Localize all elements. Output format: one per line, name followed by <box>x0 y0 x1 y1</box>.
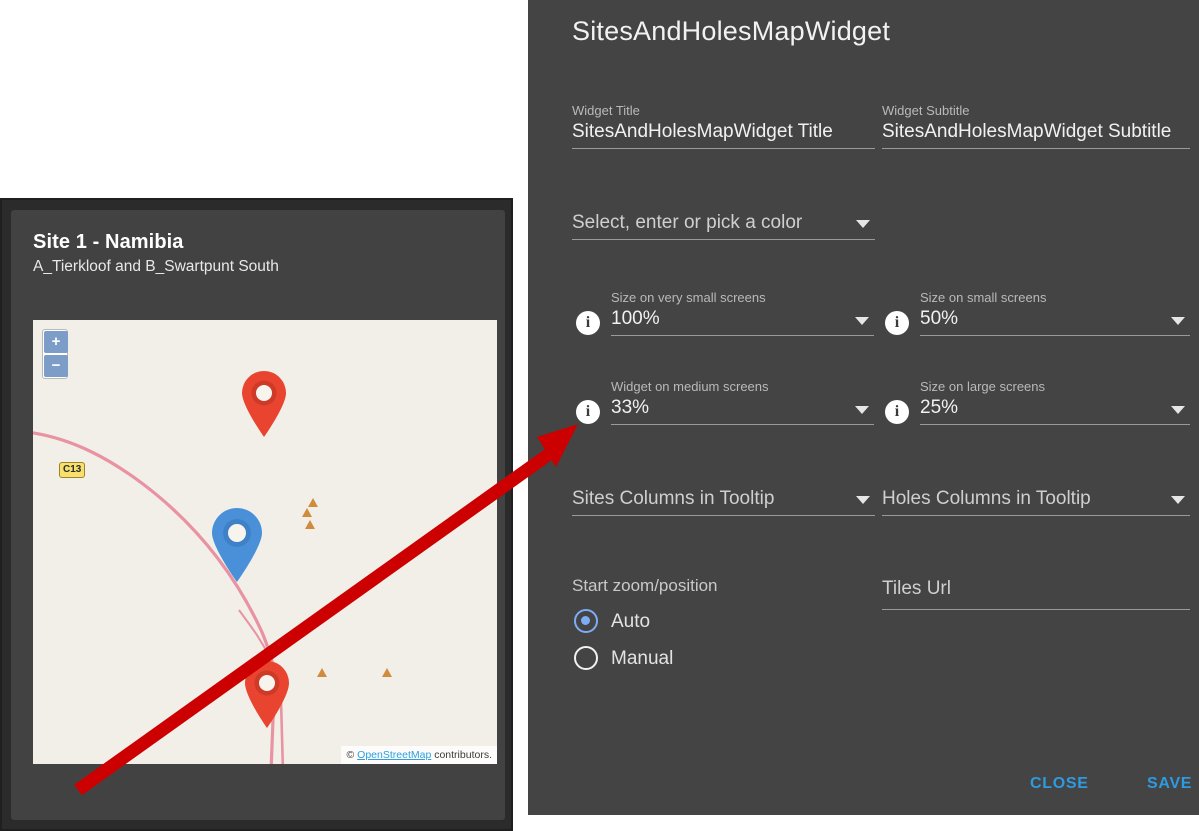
chevron-down-icon[interactable] <box>1171 496 1185 504</box>
holes-columns-placeholder: Holes Columns in Tooltip <box>882 486 1190 512</box>
zoom-out-button[interactable]: − <box>44 355 68 377</box>
tiles-url-placeholder: Tiles Url <box>882 576 1190 602</box>
widget-header: Site 1 - Namibia A_Tierkloof and B_Swart… <box>33 230 489 278</box>
color-select-field[interactable]: Select, enter or pick a color <box>572 210 875 240</box>
size-medium-value[interactable]: 33% <box>611 395 874 421</box>
radio-auto-label: Auto <box>611 610 650 634</box>
info-icon-medium[interactable]: i <box>576 400 600 424</box>
sites-columns-placeholder: Sites Columns in Tooltip <box>572 486 875 512</box>
color-select-underline <box>572 239 875 240</box>
size-medium-underline <box>611 424 874 425</box>
hole-marker-triangle <box>317 668 327 677</box>
screenshot-root: Site 1 - Namibia A_Tierkloof and B_Swart… <box>0 0 1199 831</box>
size-large-label: Size on large screens <box>920 379 1190 395</box>
widget-title-label: Widget Title <box>572 103 875 119</box>
chevron-down-icon[interactable] <box>856 220 870 228</box>
sites-columns-underline <box>572 515 875 516</box>
size-very-small-underline <box>611 335 874 336</box>
tiles-url-underline <box>882 609 1190 610</box>
hole-marker-triangle <box>382 668 392 677</box>
radio-auto-dot <box>581 616 590 625</box>
holes-columns-underline <box>882 515 1190 516</box>
size-small-field[interactable]: Size on small screens 50% <box>920 290 1190 336</box>
size-small-label: Size on small screens <box>920 290 1190 306</box>
size-medium-label: Widget on medium screens <box>611 379 874 395</box>
site-pin-red-bottom[interactable] <box>241 658 293 730</box>
radio-manual-label: Manual <box>611 647 673 671</box>
size-medium-field[interactable]: Widget on medium screens 33% <box>611 379 874 425</box>
size-small-underline <box>920 335 1190 336</box>
widget-subtitle-underline <box>882 148 1190 149</box>
map-widget-card: Site 1 - Namibia A_Tierkloof and B_Swart… <box>11 210 505 820</box>
chevron-down-icon[interactable] <box>855 317 869 325</box>
info-icon-very-small[interactable]: i <box>576 311 600 335</box>
chevron-down-icon[interactable] <box>1171 317 1185 325</box>
chevron-down-icon[interactable] <box>855 406 869 414</box>
widget-title-underline <box>572 148 875 149</box>
size-small-value[interactable]: 50% <box>920 306 1190 332</box>
tiles-url-field[interactable]: Tiles Url <box>882 576 1190 610</box>
info-icon-small[interactable]: i <box>885 311 909 335</box>
size-very-small-label: Size on very small screens <box>611 290 874 306</box>
size-very-small-field[interactable]: Size on very small screens 100% <box>611 290 874 336</box>
close-button[interactable]: CLOSE <box>1030 774 1089 794</box>
site-pin-red-top[interactable] <box>238 368 290 438</box>
leaflet-map[interactable]: C13 <box>33 320 497 764</box>
info-icon-large[interactable]: i <box>885 400 909 424</box>
site-pin-blue[interactable] <box>208 505 266 583</box>
size-large-field[interactable]: Size on large screens 25% <box>920 379 1190 425</box>
attribution-suffix: contributors. <box>431 749 492 761</box>
dashboard-panel: Site 1 - Namibia A_Tierkloof and B_Swart… <box>0 198 513 831</box>
widget-card-title: Site 1 - Namibia <box>33 230 489 254</box>
dialog-title: SitesAndHolesMapWidget <box>572 16 890 47</box>
widget-settings-dialog: SitesAndHolesMapWidget Widget Title Site… <box>528 0 1199 815</box>
widget-title-field[interactable]: Widget Title SitesAndHolesMapWidget Titl… <box>572 103 875 149</box>
widget-subtitle-field[interactable]: Widget Subtitle SitesAndHolesMapWidget S… <box>882 103 1190 149</box>
size-large-value[interactable]: 25% <box>920 395 1190 421</box>
color-select-placeholder: Select, enter or pick a color <box>572 210 875 236</box>
holes-columns-field[interactable]: Holes Columns in Tooltip <box>882 486 1190 516</box>
radio-manual[interactable] <box>574 646 598 670</box>
zoom-in-button[interactable]: + <box>44 331 68 353</box>
openstreetmap-link[interactable]: OpenStreetMap <box>357 749 431 761</box>
radio-auto[interactable] <box>574 609 598 633</box>
hole-marker-triangle <box>308 498 318 507</box>
size-very-small-value[interactable]: 100% <box>611 306 874 332</box>
widget-subtitle-input[interactable]: SitesAndHolesMapWidget Subtitle <box>882 119 1190 145</box>
attribution-prefix: © <box>347 749 358 761</box>
sites-columns-field[interactable]: Sites Columns in Tooltip <box>572 486 875 516</box>
widget-subtitle-label: Widget Subtitle <box>882 103 1190 119</box>
road-shield-c13: C13 <box>59 462 85 478</box>
start-zoom-label: Start zoom/position <box>572 575 718 597</box>
chevron-down-icon[interactable] <box>856 496 870 504</box>
hole-marker-triangle <box>305 520 315 529</box>
hole-marker-triangle <box>302 508 312 517</box>
map-attribution: © OpenStreetMap contributors. <box>341 746 498 764</box>
size-large-underline <box>920 424 1190 425</box>
widget-title-input[interactable]: SitesAndHolesMapWidget Title <box>572 119 875 145</box>
save-button[interactable]: SAVE <box>1147 774 1192 794</box>
chevron-down-icon[interactable] <box>1171 406 1185 414</box>
widget-card-subtitle: A_Tierkloof and B_Swartpunt South <box>33 256 489 278</box>
map-zoom-control[interactable]: + − <box>42 329 68 379</box>
